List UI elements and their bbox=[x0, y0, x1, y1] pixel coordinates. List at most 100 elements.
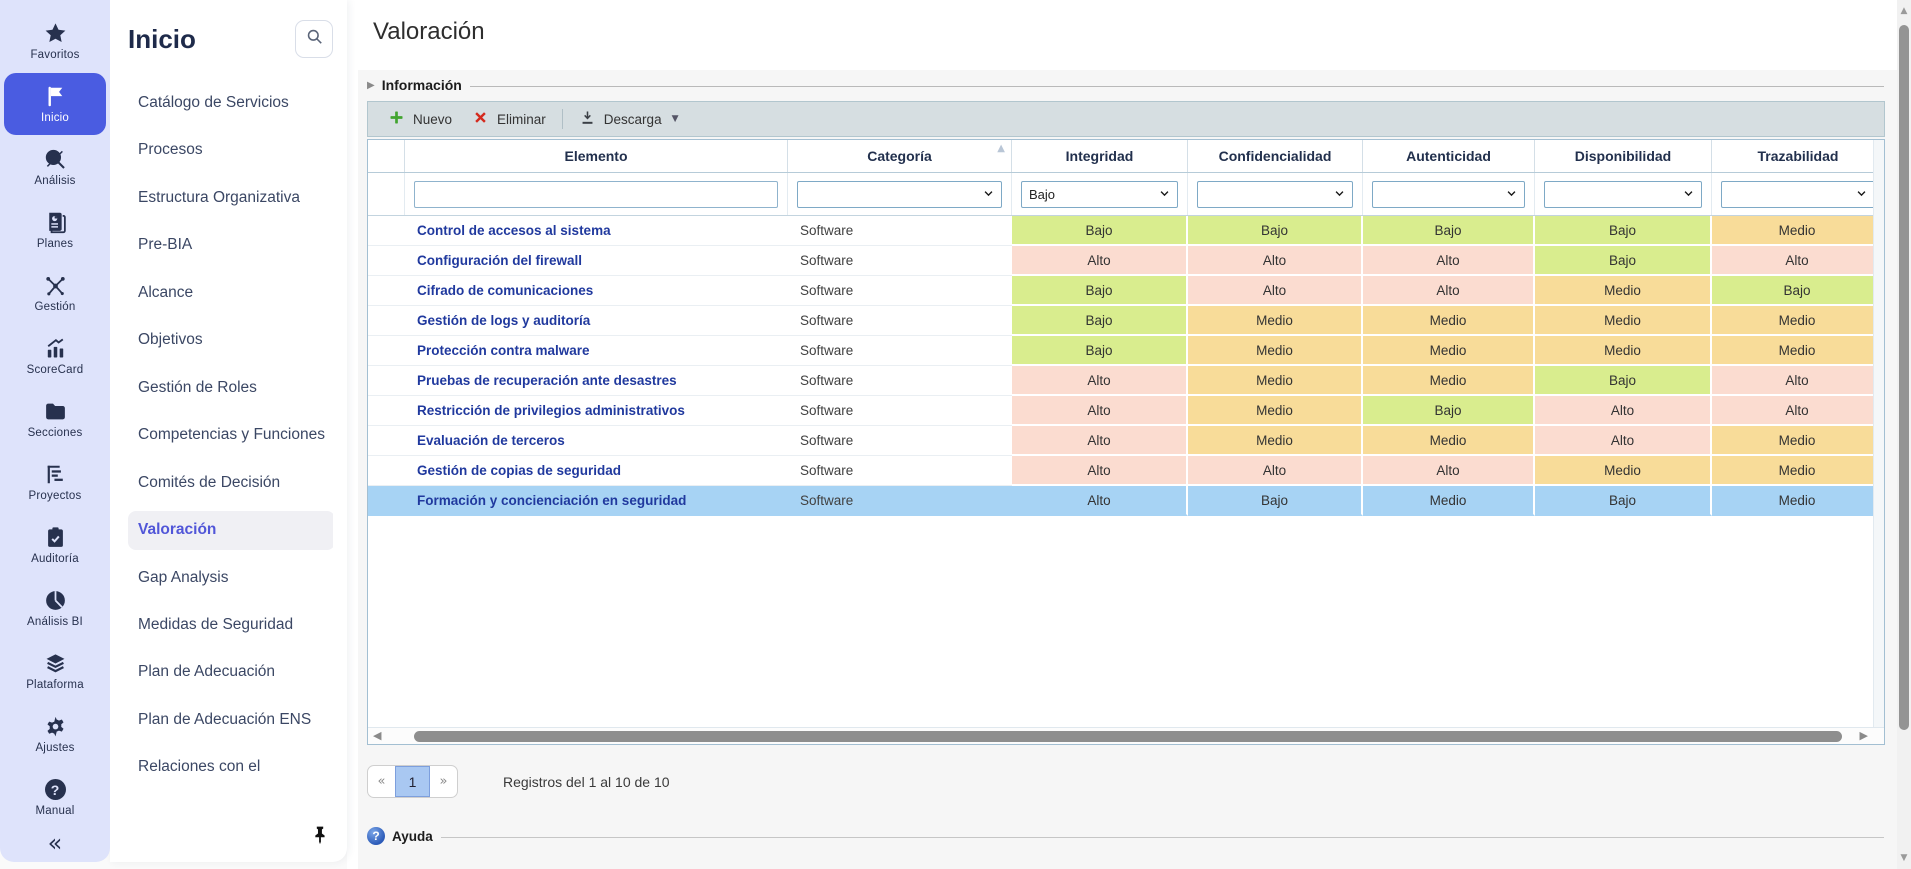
table-horizontal-scrollbar[interactable]: ◀ ▶ bbox=[368, 727, 1884, 744]
sidebar-item[interactable]: Pre-BIA bbox=[128, 226, 333, 264]
table-row[interactable]: Control de accesos al sistemaSoftwareBaj… bbox=[368, 216, 1884, 246]
scroll-down-icon[interactable]: ▼ bbox=[1897, 853, 1911, 863]
rail-item-ajustes[interactable]: Ajustes bbox=[4, 703, 106, 765]
table-row[interactable]: Protección contra malwareSoftwareBajoMed… bbox=[368, 336, 1884, 366]
sidebar-item[interactable]: Objetivos bbox=[128, 321, 333, 359]
table-row[interactable]: Evaluación de tercerosSoftwareAltoMedioM… bbox=[368, 426, 1884, 456]
filter-select-trazabilidad[interactable] bbox=[1721, 181, 1875, 208]
row-select-cell[interactable] bbox=[368, 366, 405, 396]
sidebar-item[interactable]: Alcance bbox=[128, 274, 333, 312]
page-scroll-thumb[interactable] bbox=[1899, 25, 1909, 730]
element-link[interactable]: Restricción de privilegios administrativ… bbox=[405, 396, 788, 426]
level-cell: Alto bbox=[1012, 456, 1188, 486]
page-number-button[interactable]: 1 bbox=[395, 766, 430, 797]
table-row[interactable]: Pruebas de recuperación ante desastresSo… bbox=[368, 366, 1884, 396]
rail-item-auditoria[interactable]: Auditoría bbox=[4, 514, 106, 576]
sidebar-item[interactable]: Plan de Adecuación bbox=[128, 653, 333, 691]
table-row[interactable]: Gestión de copias de seguridadSoftwareAl… bbox=[368, 456, 1884, 486]
row-select-cell[interactable] bbox=[368, 276, 405, 306]
delete-button[interactable]: Eliminar bbox=[462, 105, 556, 133]
filter-select-confidencialidad[interactable] bbox=[1197, 181, 1353, 208]
element-link[interactable]: Gestión de copias de seguridad bbox=[405, 456, 788, 486]
column-header-disponibilidad[interactable]: Disponibilidad bbox=[1535, 140, 1712, 172]
sidebar-item[interactable]: Gap Analysis bbox=[128, 559, 333, 597]
sidebar-item[interactable]: Competencias y Funciones bbox=[128, 416, 333, 454]
column-header-integridad[interactable]: Integridad bbox=[1012, 140, 1188, 172]
section-collapse-arrow-icon[interactable]: ▶ bbox=[367, 80, 375, 91]
table-row[interactable]: Configuración del firewallSoftwareAltoAl… bbox=[368, 246, 1884, 276]
sidebar-search-button[interactable] bbox=[295, 20, 333, 58]
row-select-cell[interactable] bbox=[368, 216, 405, 246]
rail-item-label: Inicio bbox=[41, 112, 69, 124]
column-header-categora[interactable]: Categoría▲ bbox=[788, 140, 1012, 172]
row-select-cell[interactable] bbox=[368, 486, 405, 516]
new-button[interactable]: Nuevo bbox=[378, 105, 462, 133]
element-link[interactable]: Control de accesos al sistema bbox=[405, 216, 788, 246]
table-header-row: ElementoCategoría▲IntegridadConfidencial… bbox=[368, 140, 1884, 173]
element-link[interactable]: Configuración del firewall bbox=[405, 246, 788, 276]
row-select-cell[interactable] bbox=[368, 246, 405, 276]
column-header-confidencialidad[interactable]: Confidencialidad bbox=[1188, 140, 1363, 172]
collapse-sidebar-button[interactable]: « bbox=[0, 829, 110, 857]
rail-item-analisis-bi[interactable]: Análisis BI bbox=[4, 577, 106, 639]
scroll-right-icon[interactable]: ▶ bbox=[1860, 729, 1868, 742]
pushpin-icon[interactable] bbox=[309, 824, 331, 846]
page-next-button[interactable]: » bbox=[430, 766, 457, 797]
element-link[interactable]: Gestión de logs y auditoría bbox=[405, 306, 788, 336]
row-select-cell[interactable] bbox=[368, 306, 405, 336]
element-link[interactable]: Pruebas de recuperación ante desastres bbox=[405, 366, 788, 396]
filter-input-elemento[interactable] bbox=[414, 181, 778, 208]
rail-item-secciones[interactable]: Secciones bbox=[4, 388, 106, 450]
row-select-cell[interactable] bbox=[368, 456, 405, 486]
element-link[interactable]: Formación y concienciación en seguridad bbox=[405, 486, 788, 516]
table-row[interactable]: Formación y concienciación en seguridadS… bbox=[368, 486, 1884, 516]
rail-item-planes[interactable]: Planes bbox=[4, 199, 106, 261]
rail-item-label: Manual bbox=[36, 805, 75, 817]
sidebar-item[interactable]: Medidas de Seguridad bbox=[128, 606, 333, 644]
rail-item-gestion[interactable]: Gestión bbox=[4, 262, 106, 324]
row-select-cell[interactable] bbox=[368, 336, 405, 366]
rail-item-scorecard[interactable]: ScoreCard bbox=[4, 325, 106, 387]
row-select-cell[interactable] bbox=[368, 396, 405, 426]
rail-item-favoritos[interactable]: Favoritos bbox=[4, 10, 106, 72]
rail-item-inicio[interactable]: Inicio bbox=[4, 73, 106, 135]
table-vertical-scrollbar[interactable] bbox=[1873, 140, 1884, 727]
scroll-left-icon[interactable]: ◀ bbox=[373, 729, 381, 742]
filter-select-autenticidad[interactable] bbox=[1372, 181, 1525, 208]
rail-item-manual[interactable]: ?Manual bbox=[4, 766, 106, 828]
sidebar-item[interactable]: Estructura Organizativa bbox=[128, 179, 333, 217]
table-row[interactable]: Restricción de privilegios administrativ… bbox=[368, 396, 1884, 426]
download-button[interactable]: Descarga ▼ bbox=[569, 105, 689, 133]
filter-select-integridad[interactable]: Bajo bbox=[1021, 181, 1178, 208]
level-cell: Alto bbox=[1188, 276, 1363, 306]
filter-cell-trazabilidad bbox=[1712, 173, 1884, 215]
table-row[interactable]: Gestión de logs y auditoríaSoftwareBajoM… bbox=[368, 306, 1884, 336]
chevron-down-icon bbox=[983, 187, 994, 202]
help-label: Ayuda bbox=[392, 829, 433, 844]
row-select-cell[interactable] bbox=[368, 426, 405, 456]
sidebar-item[interactable]: Comités de Decisión bbox=[128, 464, 333, 502]
sidebar-item[interactable]: Catálogo de Servicios bbox=[128, 84, 333, 122]
column-header-autenticidad[interactable]: Autenticidad bbox=[1363, 140, 1535, 172]
sidebar-item[interactable]: Gestión de Roles bbox=[128, 369, 333, 407]
element-link[interactable]: Protección contra malware bbox=[405, 336, 788, 366]
rail-item-proyectos[interactable]: Proyectos bbox=[4, 451, 106, 513]
sidebar-item[interactable]: Procesos bbox=[128, 131, 333, 169]
sidebar-item[interactable]: Relaciones con el bbox=[128, 748, 333, 784]
horizontal-scroll-thumb[interactable] bbox=[414, 731, 1842, 742]
element-link[interactable]: Cifrado de comunicaciones bbox=[405, 276, 788, 306]
filter-select-categoria[interactable] bbox=[797, 181, 1002, 208]
table-row[interactable]: Cifrado de comunicacionesSoftwareBajoAlt… bbox=[368, 276, 1884, 306]
rail-item-analisis[interactable]: Análisis bbox=[4, 136, 106, 198]
scroll-up-icon[interactable]: ▲ bbox=[1897, 6, 1911, 16]
filter-select-disponibilidad[interactable] bbox=[1544, 181, 1702, 208]
page-scrollbar[interactable]: ▲ ▼ bbox=[1897, 0, 1911, 869]
column-header-elemento[interactable]: Elemento bbox=[405, 140, 788, 172]
sidebar-item[interactable]: Plan de Adecuación ENS bbox=[128, 701, 333, 739]
element-link[interactable]: Evaluación de terceros bbox=[405, 426, 788, 456]
column-header-trazabilidad[interactable]: Trazabilidad bbox=[1712, 140, 1884, 172]
rail-item-plataforma[interactable]: Plataforma bbox=[4, 640, 106, 702]
sidebar-item[interactable]: Valoración bbox=[128, 511, 333, 549]
help-icon[interactable]: ? bbox=[367, 827, 385, 845]
page-prev-button[interactable]: « bbox=[368, 766, 395, 797]
